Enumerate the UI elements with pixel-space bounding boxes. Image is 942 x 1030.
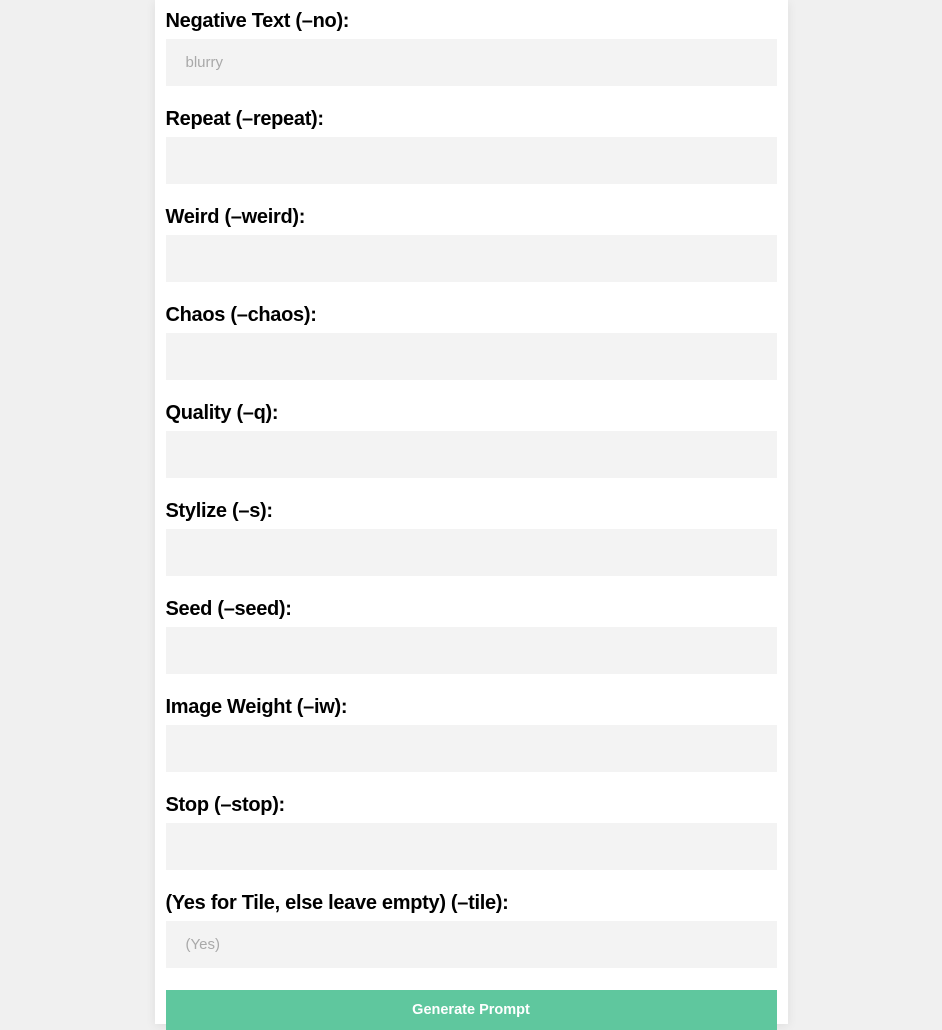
image-weight-input[interactable]: [166, 725, 777, 772]
quality-label: Quality (–q):: [166, 402, 777, 425]
field-repeat: Repeat (–repeat):: [166, 108, 777, 184]
stylize-input[interactable]: [166, 529, 777, 576]
seed-label: Seed (–seed):: [166, 598, 777, 621]
field-tile: (Yes for Tile, else leave empty) (–tile)…: [166, 892, 777, 968]
chaos-input[interactable]: [166, 333, 777, 380]
repeat-input[interactable]: [166, 137, 777, 184]
field-chaos: Chaos (–chaos):: [166, 304, 777, 380]
field-image-weight: Image Weight (–iw):: [166, 696, 777, 772]
negative-text-label: Negative Text (–no):: [166, 10, 777, 33]
field-stylize: Stylize (–s):: [166, 500, 777, 576]
field-stop: Stop (–stop):: [166, 794, 777, 870]
stop-input[interactable]: [166, 823, 777, 870]
field-weird: Weird (–weird):: [166, 206, 777, 282]
stop-label: Stop (–stop):: [166, 794, 777, 817]
weird-input[interactable]: [166, 235, 777, 282]
repeat-label: Repeat (–repeat):: [166, 108, 777, 131]
field-quality: Quality (–q):: [166, 402, 777, 478]
tile-label: (Yes for Tile, else leave empty) (–tile)…: [166, 892, 777, 915]
generate-prompt-button[interactable]: Generate Prompt: [166, 990, 777, 1030]
quality-input[interactable]: [166, 431, 777, 478]
seed-input[interactable]: [166, 627, 777, 674]
field-negative-text: Negative Text (–no):: [166, 10, 777, 86]
form-card: Negative Text (–no): Repeat (–repeat): W…: [155, 0, 788, 1024]
negative-text-input[interactable]: [166, 39, 777, 86]
chaos-label: Chaos (–chaos):: [166, 304, 777, 327]
tile-input[interactable]: [166, 921, 777, 968]
field-seed: Seed (–seed):: [166, 598, 777, 674]
stylize-label: Stylize (–s):: [166, 500, 777, 523]
weird-label: Weird (–weird):: [166, 206, 777, 229]
image-weight-label: Image Weight (–iw):: [166, 696, 777, 719]
